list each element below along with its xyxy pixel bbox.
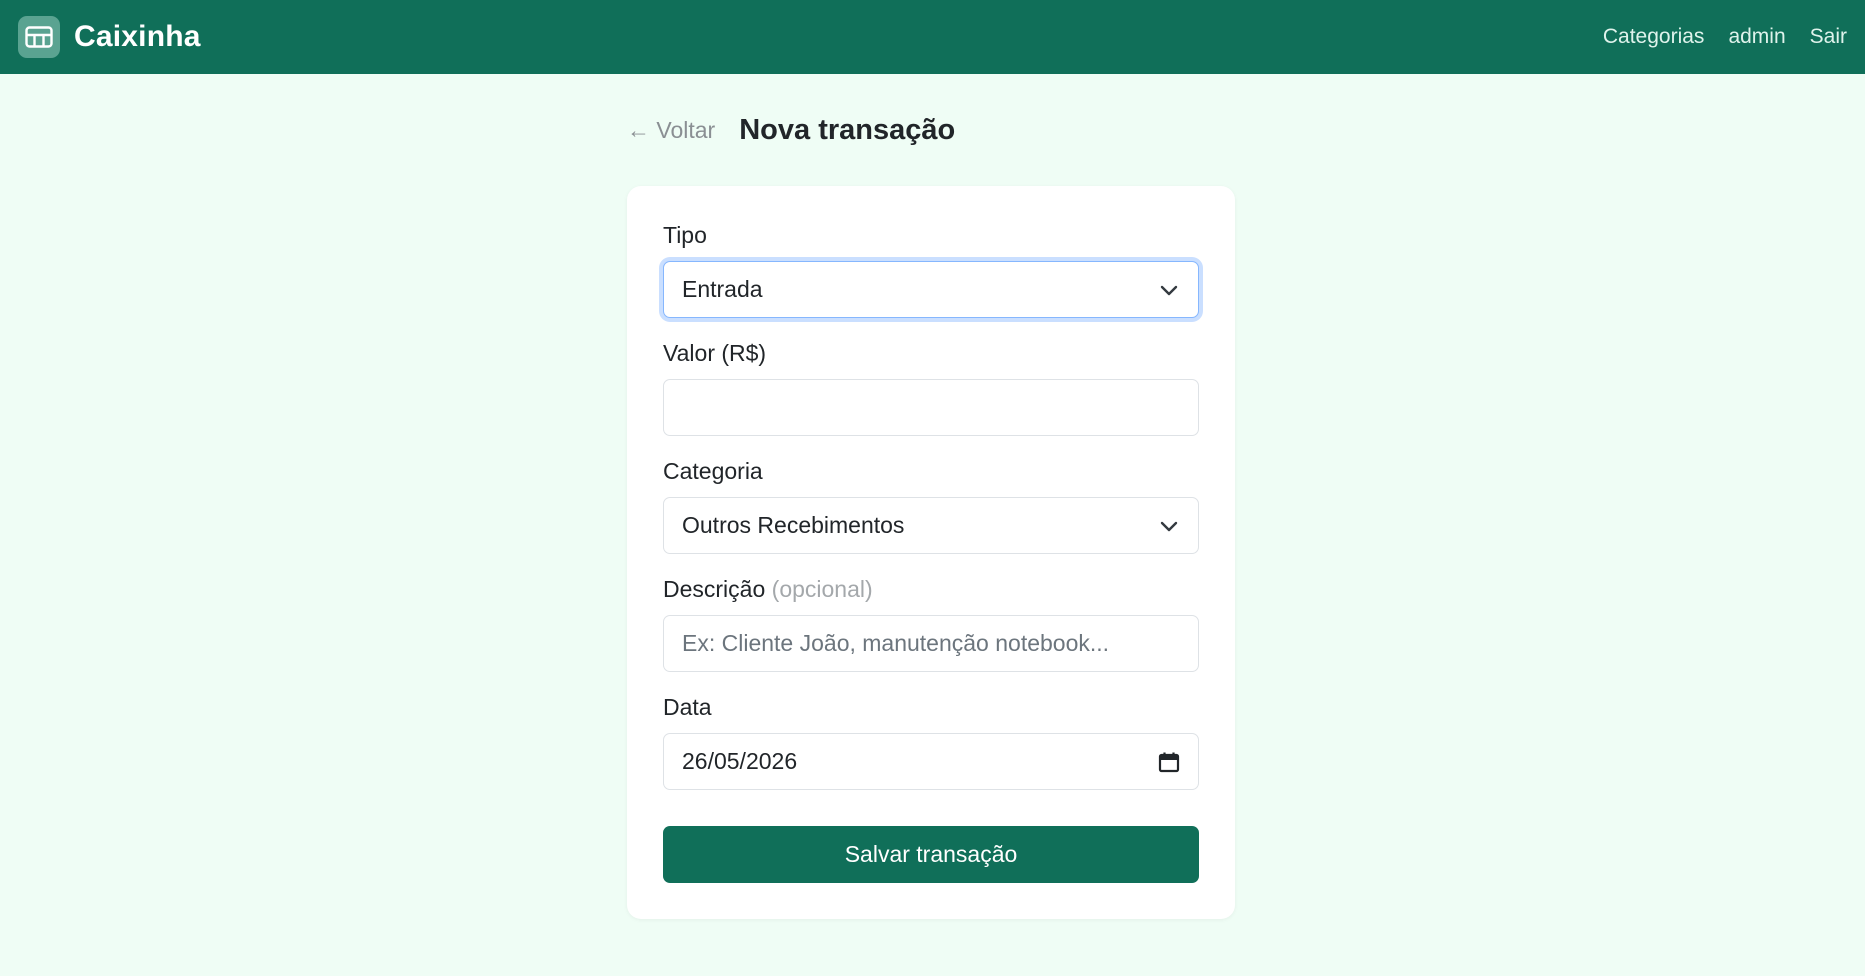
save-transaction-button[interactable]: Salvar transação: [663, 826, 1199, 883]
data-field: Data 26/05/2026: [663, 694, 1199, 790]
descricao-placeholder: Ex: Cliente João, manutenção notebook...: [682, 630, 1110, 656]
chevron-down-icon: [1160, 521, 1178, 531]
descricao-label: Descrição (opcional): [663, 576, 1199, 603]
back-link[interactable]: ← Voltar: [627, 117, 715, 144]
calendar-icon[interactable]: [1158, 751, 1180, 773]
valor-label: Valor (R$): [663, 340, 767, 366]
tipo-select[interactable]: Entrada: [663, 261, 1199, 318]
valor-input[interactable]: [663, 379, 1199, 436]
wallet-icon: [18, 16, 60, 58]
page-title: Nova transação: [739, 113, 956, 146]
chevron-down-icon: [1160, 285, 1178, 295]
categoria-select[interactable]: Outros Recebimentos: [663, 497, 1199, 554]
tipo-field: Tipo Entrada: [663, 222, 1199, 318]
brand[interactable]: Caixinha: [18, 16, 201, 58]
nav-link-user[interactable]: admin: [1728, 25, 1785, 49]
categoria-field: Categoria Outros Recebimentos: [663, 458, 1199, 554]
categoria-value: Outros Recebimentos: [682, 512, 905, 538]
nav-link-categorias[interactable]: Categorias: [1603, 25, 1705, 49]
nav-links: Categorias admin Sair: [1603, 25, 1847, 49]
app-name: Caixinha: [74, 20, 201, 53]
descricao-input[interactable]: Ex: Cliente João, manutenção notebook...: [663, 615, 1199, 672]
date-input[interactable]: 26/05/2026: [663, 733, 1199, 790]
date-value: 26/05/2026: [682, 748, 798, 774]
main-content: ← Voltar Nova transação Tipo Entrada Val…: [627, 74, 1235, 919]
descricao-field: Descrição (opcional) Ex: Cliente João, m…: [663, 576, 1199, 672]
transaction-form: Tipo Entrada Valor (R$) Categoria Outros…: [627, 186, 1235, 919]
categoria-label: Categoria: [663, 458, 763, 484]
valor-field: Valor (R$): [663, 340, 1199, 436]
descricao-optional-hint: (opcional): [771, 576, 873, 602]
data-label: Data: [663, 694, 712, 720]
top-navbar: Caixinha Categorias admin Sair: [0, 0, 1865, 74]
descricao-label-text: Descrição: [663, 576, 766, 602]
tipo-label: Tipo: [663, 222, 707, 248]
nav-link-logout[interactable]: Sair: [1810, 25, 1847, 49]
page-header: ← Voltar Nova transação: [627, 74, 1235, 186]
tipo-value: Entrada: [682, 276, 763, 302]
